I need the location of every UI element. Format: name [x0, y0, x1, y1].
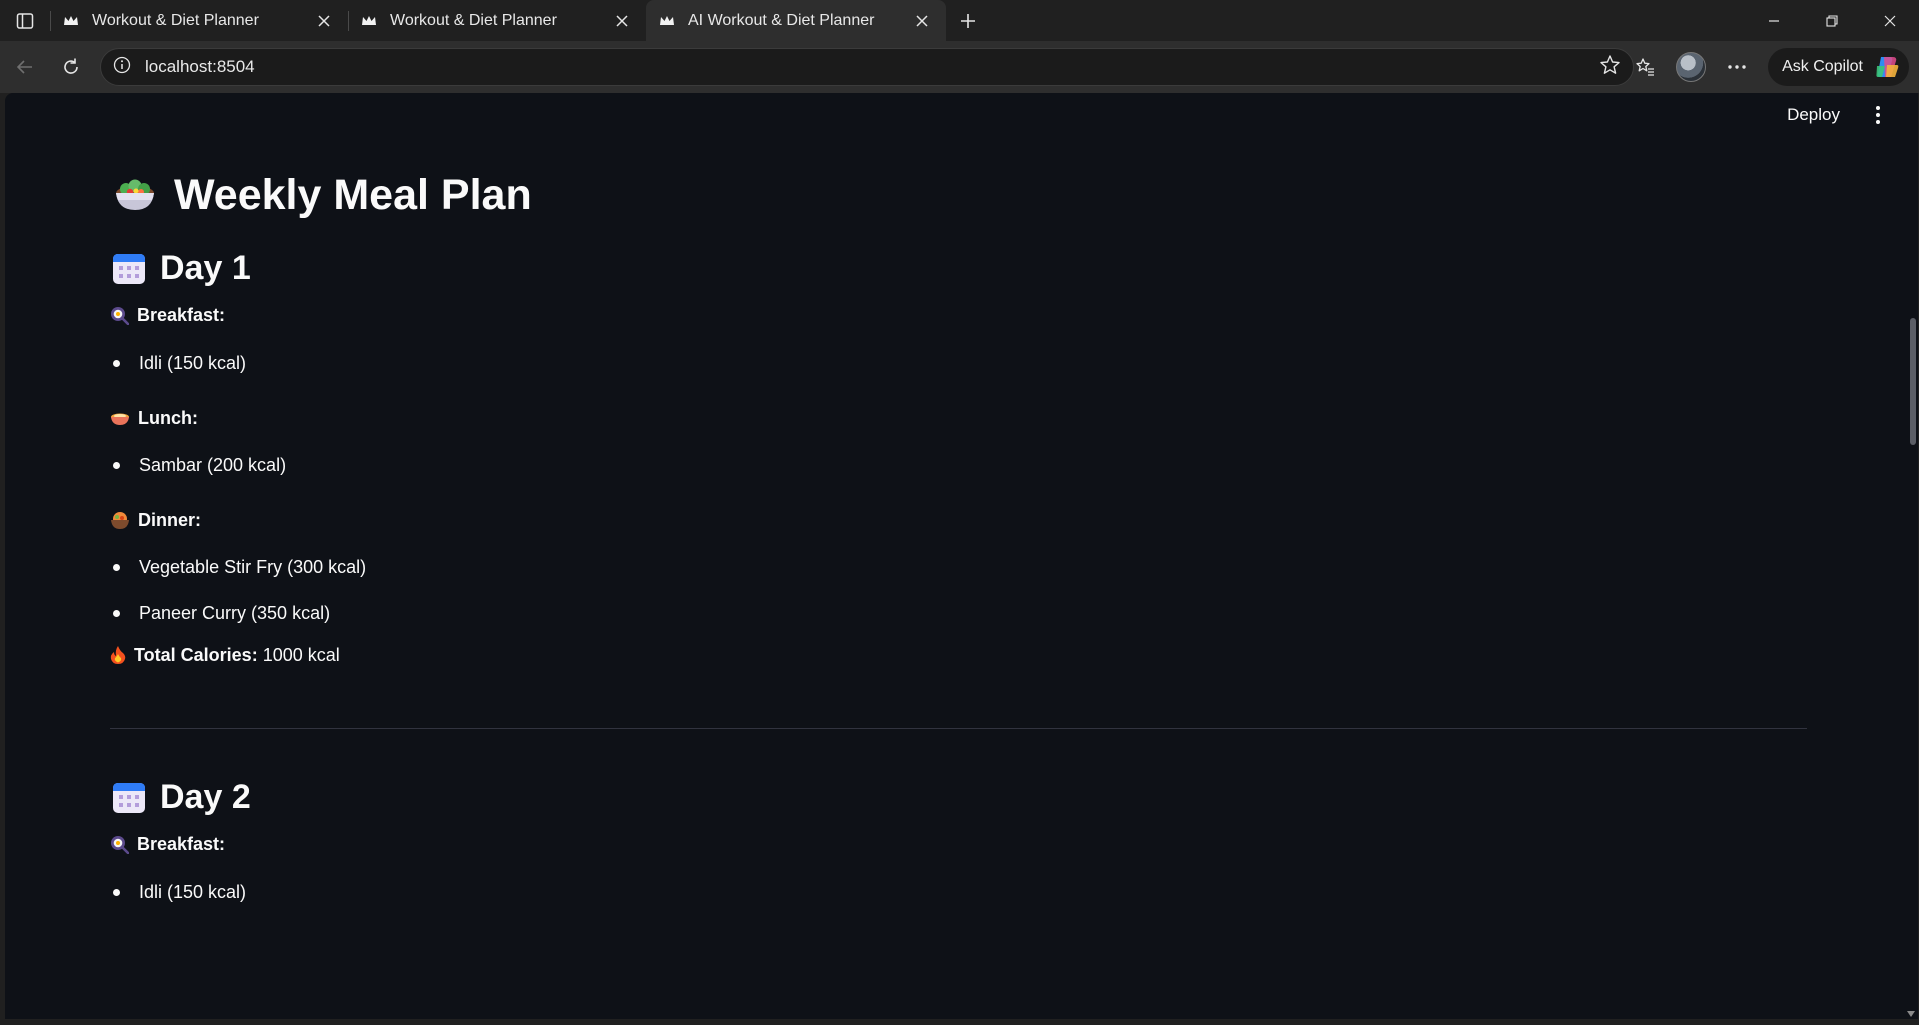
profile-button[interactable] [1668, 47, 1714, 87]
app-header: Deploy [1618, 93, 1918, 137]
scrollbar-thumb[interactable] [1910, 318, 1916, 445]
tab-actions-menu-icon[interactable] [0, 0, 50, 41]
list-item: Idli (150 kcal) [110, 350, 1810, 376]
tab-title: Workout & Diet Planner [92, 11, 259, 29]
restore-icon [1826, 14, 1838, 27]
new-tab-button[interactable] [946, 0, 990, 41]
calendar-icon [110, 249, 148, 287]
minimize-icon [1769, 19, 1779, 22]
more-vertical-icon [1876, 106, 1880, 124]
lunch-list: Sambar (200 kcal) [110, 452, 1810, 478]
day-title: Day 1 [160, 248, 251, 287]
browser-tab-3-active[interactable]: AI Workout & Diet Planner [646, 0, 946, 41]
dinner-list: Vegetable Stir Fry (300 kcal) Paneer Cur… [110, 554, 1810, 626]
day-divider [110, 728, 1807, 729]
fire-icon [110, 645, 126, 665]
ask-copilot-label: Ask Copilot [1782, 58, 1863, 75]
frying-pan-icon [110, 306, 129, 325]
breakfast-label: Breakfast: [110, 832, 1810, 856]
day-title: Day 2 [160, 777, 251, 816]
meal-label-text: Breakfast: [137, 833, 226, 854]
avatar [1676, 52, 1707, 82]
toolbar-right: Ask Copilot [1622, 41, 1919, 93]
close-icon[interactable] [912, 11, 932, 31]
breakfast-list: Idli (150 kcal) [110, 879, 1810, 905]
close-icon [1884, 15, 1896, 26]
list-item: Sambar (200 kcal) [110, 452, 1810, 478]
close-window-button[interactable] [1861, 0, 1919, 41]
browser-tab-1[interactable]: Workout & Diet Planner [50, 0, 348, 41]
minimize-button[interactable] [1745, 0, 1803, 41]
reload-button[interactable] [48, 47, 94, 87]
total-calories: Total Calories: 1000 kcal [110, 643, 1810, 667]
breakfast-label: Breakfast: [110, 303, 1810, 327]
site-info-icon[interactable] [113, 56, 131, 79]
stew-pot-icon [110, 511, 130, 530]
salad-bowl-icon [110, 170, 160, 220]
address-bar[interactable]: localhost:8504 [100, 48, 1634, 86]
calendar-icon [110, 778, 148, 816]
lunch-label: Lunch: [110, 406, 1810, 430]
window-controls [1745, 0, 1919, 41]
page-title-text: Weekly Meal Plan [174, 170, 532, 219]
streamlit-crown-icon [360, 12, 378, 30]
browser-toolbar: localhost:8504 Ask Copilot [0, 41, 1919, 93]
back-arrow-icon [16, 60, 32, 74]
reload-icon [64, 58, 78, 74]
page-viewport: Deploy Weekly Meal Plan Day 1 Breakfast:… [5, 93, 1918, 1019]
window-bottom-edge [0, 1019, 1919, 1025]
url-text: localhost:8504 [145, 57, 255, 76]
main-menu-button[interactable] [1866, 105, 1890, 125]
browser-tab-strip: Workout & Diet Planner Workout & Diet Pl… [0, 0, 1919, 41]
dinner-label: Dinner: [110, 508, 1810, 532]
favorites-list-icon [1636, 58, 1655, 76]
page-scrollbar[interactable] [1906, 93, 1918, 1019]
ask-copilot-button[interactable]: Ask Copilot [1768, 48, 1909, 86]
meal-label-text: Lunch: [138, 407, 198, 428]
meal-label-text: Breakfast: [137, 304, 226, 325]
list-item: Idli (150 kcal) [110, 879, 1810, 905]
close-icon[interactable] [612, 11, 632, 31]
favorites-button[interactable] [1622, 47, 1668, 87]
copilot-icon [1876, 57, 1899, 77]
restore-button[interactable] [1803, 0, 1861, 41]
plus-icon [961, 13, 975, 28]
total-calories-label: Total Calories: [134, 644, 258, 665]
list-item: Vegetable Stir Fry (300 kcal) [110, 554, 1810, 580]
streamlit-crown-icon [658, 12, 676, 30]
day-heading: Day 1 [110, 246, 1810, 290]
settings-more-button[interactable] [1714, 47, 1760, 87]
day-heading: Day 2 [110, 775, 1810, 819]
main-content: Weekly Meal Plan Day 1 Breakfast: Idli (… [110, 170, 1810, 905]
page-title: Weekly Meal Plan [110, 170, 1810, 220]
deploy-button[interactable]: Deploy [1787, 105, 1840, 125]
breakfast-list: Idli (150 kcal) [110, 350, 1810, 376]
tab-title: Workout & Diet Planner [390, 11, 557, 29]
close-icon[interactable] [314, 11, 334, 31]
frying-pan-icon [110, 835, 129, 854]
scroll-down-arrow-icon[interactable] [1907, 1011, 1915, 1017]
back-button[interactable] [2, 47, 48, 87]
favorite-star-icon[interactable] [1599, 54, 1621, 81]
curry-bowl-icon [110, 409, 130, 427]
tab-title: AI Workout & Diet Planner [688, 11, 875, 29]
streamlit-crown-icon [62, 12, 80, 30]
list-item: Paneer Curry (350 kcal) [110, 600, 1810, 626]
meal-label-text: Dinner: [138, 509, 201, 530]
browser-tab-2[interactable]: Workout & Diet Planner [348, 0, 646, 41]
more-horizontal-icon [1728, 65, 1746, 69]
total-calories-value: 1000 kcal [262, 644, 340, 665]
